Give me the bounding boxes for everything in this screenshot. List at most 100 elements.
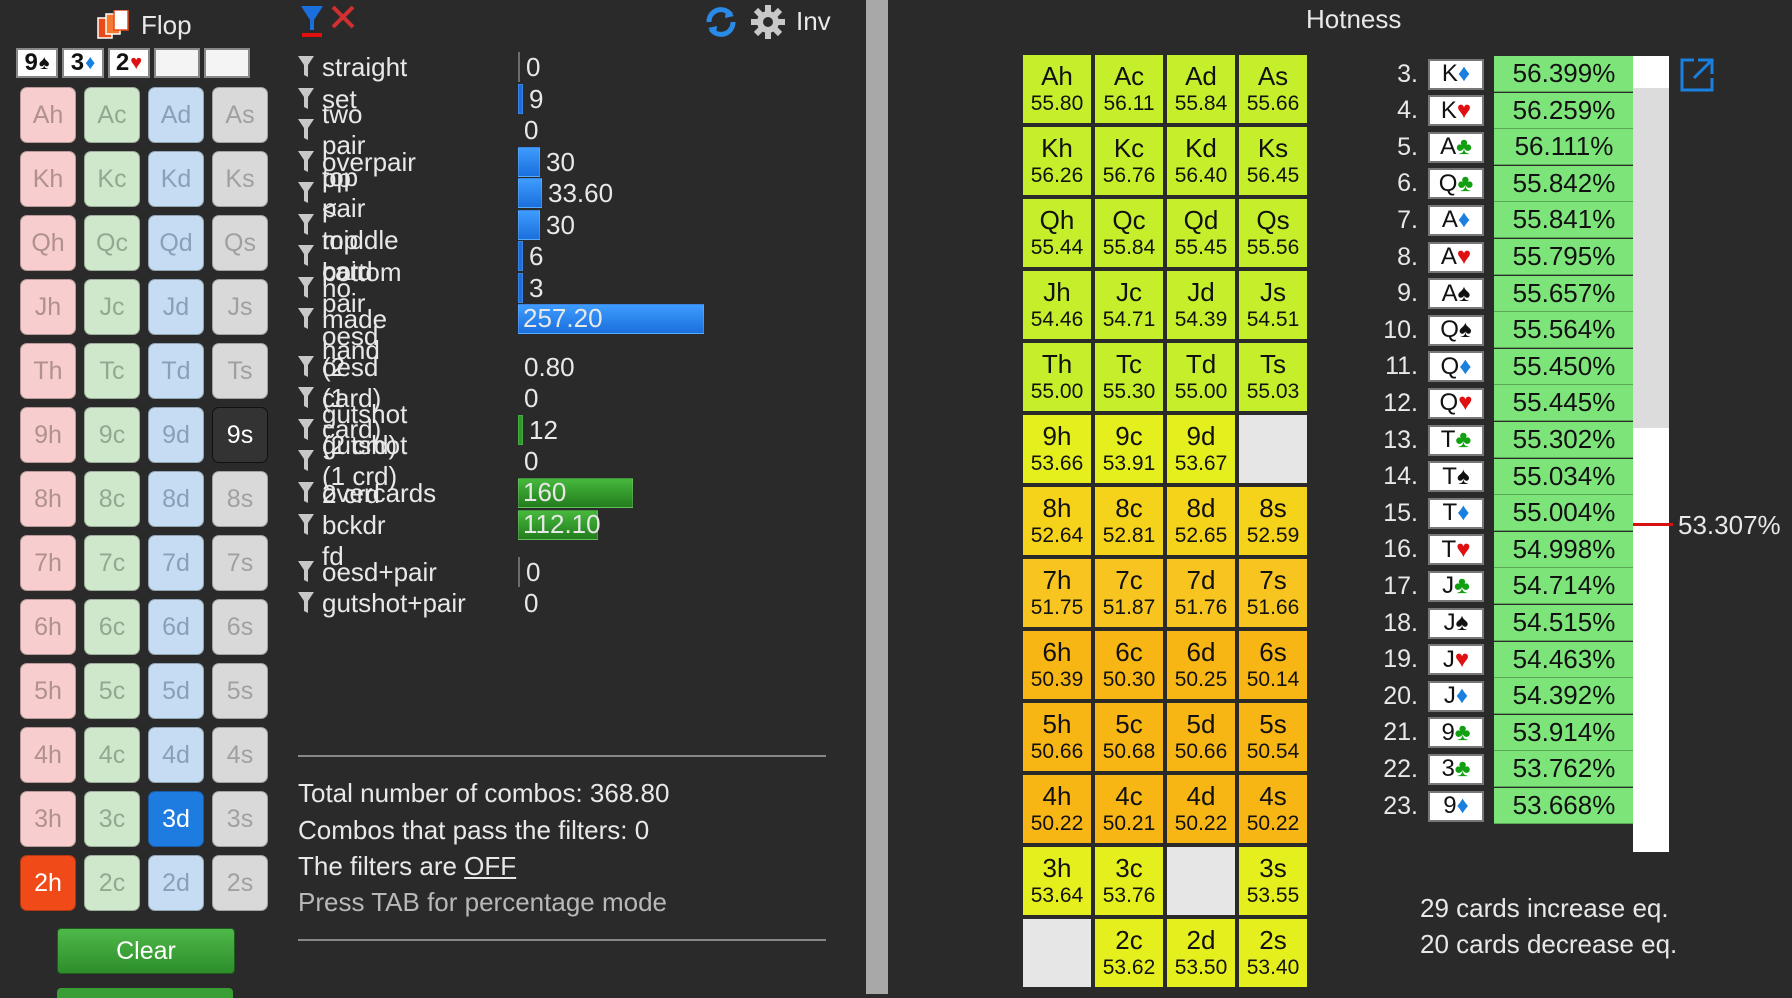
card-3c[interactable]: 3c [84, 791, 140, 847]
hotness-cell-th[interactable]: Th 55.00 [1023, 343, 1091, 411]
hotness-cell-7d[interactable]: 7d 51.76 [1167, 559, 1235, 627]
card-7s[interactable]: 7s [212, 535, 268, 591]
ranking-row[interactable]: 9. A ♠ 55.657% [1370, 275, 1634, 312]
card-6h[interactable]: 6h [20, 599, 76, 655]
hotness-cell-8c[interactable]: 8c 52.81 [1095, 487, 1163, 555]
hotness-cell-ks[interactable]: Ks 56.45 [1239, 127, 1307, 195]
hotness-cell-7h[interactable]: 7h 51.75 [1023, 559, 1091, 627]
hotness-cell-8s[interactable]: 8s 52.59 [1239, 487, 1307, 555]
hotness-cell-3s[interactable]: 3s 53.55 [1239, 847, 1307, 915]
hotness-cell-tc[interactable]: Tc 55.30 [1095, 343, 1163, 411]
ranking-row[interactable]: 10. Q ♠ 55.564% [1370, 312, 1634, 349]
hotness-cell-4d[interactable]: 4d 50.22 [1167, 775, 1235, 843]
hotness-cell-6d[interactable]: 6d 50.25 [1167, 631, 1235, 699]
funnel-icon[interactable] [298, 418, 322, 442]
card-8s[interactable]: 8s [212, 471, 268, 527]
hotness-cell-ah[interactable]: Ah 55.80 [1023, 55, 1091, 123]
funnel-icon[interactable] [298, 181, 322, 205]
card-4h[interactable]: 4h [20, 727, 76, 783]
panel-separator[interactable] [866, 0, 888, 994]
card-9d[interactable]: 9d [148, 407, 204, 463]
card-7c[interactable]: 7c [84, 535, 140, 591]
card-8c[interactable]: 8c [84, 471, 140, 527]
card-as[interactable]: As [212, 87, 268, 143]
flop-slot[interactable] [204, 48, 250, 78]
funnel-icon[interactable] [298, 386, 322, 410]
funnel-icon[interactable] [298, 55, 322, 79]
card-6s[interactable]: 6s [212, 599, 268, 655]
hotness-cell-9d[interactable]: 9d 53.67 [1167, 415, 1235, 483]
card-tc[interactable]: Tc [84, 343, 140, 399]
secondary-button-edge[interactable] [57, 988, 233, 998]
hotness-cell-2s[interactable]: 2s 53.40 [1239, 919, 1307, 987]
funnel-icon[interactable] [298, 560, 322, 584]
hotness-cell-ac[interactable]: Ac 56.11 [1095, 55, 1163, 123]
hotness-cell-9c[interactable]: 9c 53.91 [1095, 415, 1163, 483]
card-8h[interactable]: 8h [20, 471, 76, 527]
card-9h[interactable]: 9h [20, 407, 76, 463]
funnel-icon[interactable] [298, 244, 322, 268]
card-5d[interactable]: 5d [148, 663, 204, 719]
ranking-row[interactable]: 11. Q ♦ 55.450% [1370, 348, 1634, 385]
flop-slot[interactable]: 2 ♥ [108, 48, 150, 78]
clear-button[interactable]: Clear [57, 928, 235, 974]
hotness-cell-kc[interactable]: Kc 56.76 [1095, 127, 1163, 195]
card-9c[interactable]: 9c [84, 407, 140, 463]
hotness-cell-3h[interactable]: 3h 53.64 [1023, 847, 1091, 915]
ranking-row[interactable]: 21. 9 ♣ 53.914% [1370, 714, 1634, 751]
hotness-cell-qd[interactable]: Qd 55.45 [1167, 199, 1235, 267]
hotness-cell-empty[interactable] [1239, 415, 1307, 483]
hotness-cell-jh[interactable]: Jh 54.46 [1023, 271, 1091, 339]
ranking-row[interactable]: 6. Q ♣ 55.842% [1370, 165, 1634, 202]
inv-button[interactable]: Inv [796, 6, 831, 37]
funnel-icon[interactable] [298, 355, 322, 379]
card-ks[interactable]: Ks [212, 151, 268, 207]
card-8d[interactable]: 8d [148, 471, 204, 527]
hotness-cell-2c[interactable]: 2c 53.62 [1095, 919, 1163, 987]
card-jd[interactable]: Jd [148, 279, 204, 335]
funnel-icon[interactable] [298, 591, 322, 615]
card-2h[interactable]: 2h [20, 855, 76, 911]
flop-slot[interactable]: 9 ♠ [16, 48, 58, 78]
ranking-row[interactable]: 13. T ♣ 55.302% [1370, 422, 1634, 458]
card-2c[interactable]: 2c [84, 855, 140, 911]
ranking-row[interactable]: 8. A ♥ 55.795% [1370, 239, 1634, 275]
card-ac[interactable]: Ac [84, 87, 140, 143]
card-qs[interactable]: Qs [212, 215, 268, 271]
ranking-row[interactable]: 15. T ♦ 55.004% [1370, 495, 1634, 532]
ranking-row[interactable]: 22. 3 ♣ 53.762% [1370, 751, 1634, 788]
funnel-icon[interactable] [298, 481, 322, 505]
hotness-cell-as[interactable]: As 55.66 [1239, 55, 1307, 123]
hotness-cell-3c[interactable]: 3c 53.76 [1095, 847, 1163, 915]
filter-label[interactable]: oesd+pair [322, 557, 437, 588]
card-6c[interactable]: 6c [84, 599, 140, 655]
card-3h[interactable]: 3h [20, 791, 76, 847]
hotness-cell-qc[interactable]: Qc 55.84 [1095, 199, 1163, 267]
filters-state-toggle[interactable]: OFF [464, 851, 516, 881]
gear-icon[interactable] [750, 4, 786, 40]
card-4s[interactable]: 4s [212, 727, 268, 783]
ranking-row[interactable]: 16. T ♥ 54.998% [1370, 531, 1634, 568]
card-kd[interactable]: Kd [148, 151, 204, 207]
hotness-cell-jd[interactable]: Jd 54.39 [1167, 271, 1235, 339]
card-jc[interactable]: Jc [84, 279, 140, 335]
funnel-icon[interactable] [298, 150, 322, 174]
flop-slot[interactable]: 3 ♦ [62, 48, 104, 78]
hotness-cell-2d[interactable]: 2d 53.50 [1167, 919, 1235, 987]
card-qh[interactable]: Qh [20, 215, 76, 271]
hotness-cell-5h[interactable]: 5h 50.66 [1023, 703, 1091, 771]
ranking-row[interactable]: 5. A ♣ 56.111% [1370, 129, 1634, 166]
card-3s[interactable]: 3s [212, 791, 268, 847]
hotness-cell-kh[interactable]: Kh 56.26 [1023, 127, 1091, 195]
hotness-cell-td[interactable]: Td 55.00 [1167, 343, 1235, 411]
hotness-cell-qs[interactable]: Qs 55.56 [1239, 199, 1307, 267]
clear-filter-icon[interactable] [330, 4, 356, 30]
hotness-cell-js[interactable]: Js 54.51 [1239, 271, 1307, 339]
hotness-cell-6h[interactable]: 6h 50.39 [1023, 631, 1091, 699]
hotness-cell-jc[interactable]: Jc 54.71 [1095, 271, 1163, 339]
card-kh[interactable]: Kh [20, 151, 76, 207]
card-6d[interactable]: 6d [148, 599, 204, 655]
card-2d[interactable]: 2d [148, 855, 204, 911]
hotness-cell-4c[interactable]: 4c 50.21 [1095, 775, 1163, 843]
hotness-cell-5c[interactable]: 5c 50.68 [1095, 703, 1163, 771]
